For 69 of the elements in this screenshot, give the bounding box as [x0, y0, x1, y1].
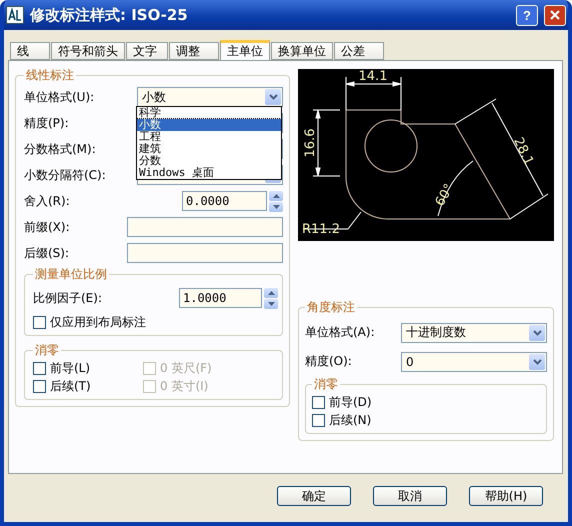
close-icon	[550, 10, 560, 20]
checkbox[interactable]	[33, 316, 46, 328]
dialog-button[interactable]: 确定	[277, 486, 351, 506]
tab[interactable]: 符号和箭头	[51, 42, 125, 60]
dropdown-button[interactable]	[529, 354, 545, 370]
field-label: 分数格式(M):	[24, 140, 97, 158]
dropdown-option[interactable]: 工程	[137, 131, 281, 143]
field-label: 小数分隔符(C):	[24, 166, 107, 184]
group-title: 消零	[34, 342, 60, 359]
field-label: 精度(O):	[305, 353, 353, 370]
spin-up-button[interactable]	[269, 190, 283, 200]
field-label: 前缀(X):	[24, 218, 71, 236]
down-arrow-icon	[272, 204, 280, 208]
tab[interactable]: 公差	[334, 42, 384, 60]
dialog-button[interactable]: 取消	[373, 486, 447, 506]
checkbox[interactable]	[33, 362, 46, 374]
field-label: 精度(P):	[24, 114, 70, 132]
dropdown-button[interactable]	[529, 324, 545, 340]
down-arrow-icon	[268, 302, 274, 306]
caret-icon	[268, 94, 278, 100]
checkbox[interactable]	[312, 414, 325, 426]
up-arrow-icon	[268, 290, 274, 294]
dimension-label: 28.1	[510, 135, 536, 168]
close-button[interactable]	[544, 4, 566, 26]
tab[interactable]: 线	[10, 42, 50, 60]
text-field[interactable]	[127, 243, 283, 263]
field-label: 单位格式(A):	[305, 324, 376, 341]
window-title: 修改标注样式: ISO-25	[30, 6, 189, 24]
checkbox-label: 后续(T)	[50, 378, 91, 394]
dropdown-field[interactable]: 十进制度数	[401, 322, 547, 342]
field-label: 后缀(S):	[24, 244, 70, 262]
dropdown-button[interactable]	[265, 89, 281, 105]
help-button[interactable]: ?	[516, 4, 538, 26]
dropdown-field[interactable]: 0	[401, 352, 547, 372]
spin-down-button[interactable]	[269, 202, 283, 212]
tab[interactable]: 换算单位	[271, 42, 333, 60]
scale-factor-field[interactable]: 1.0000	[179, 288, 262, 308]
dimension-label: 60°	[432, 182, 458, 209]
text-field[interactable]	[127, 217, 283, 237]
dimension-label: 14.1	[358, 69, 388, 84]
checkbox-label: 仅应用到布局标注	[50, 314, 146, 330]
checkbox-label: 后续(N)	[329, 412, 372, 428]
checkbox-label: 0 英寸(I)	[160, 378, 208, 394]
group-title: 测量单位比例	[34, 266, 108, 283]
field-label: 舍入(R):	[24, 192, 71, 210]
tab[interactable]: 调整	[169, 42, 219, 60]
dimension-label: 16.6	[303, 128, 318, 158]
field-label: 比例因子(E):	[33, 290, 103, 306]
spin-up-button[interactable]	[264, 288, 278, 298]
spin-down-button[interactable]	[264, 298, 278, 308]
tab[interactable]: 文字	[126, 42, 168, 60]
dropdown-option[interactable]: 小数	[137, 119, 281, 131]
checkbox[interactable]	[312, 396, 325, 408]
up-arrow-icon	[272, 194, 280, 198]
tab[interactable]: 主单位	[220, 40, 270, 60]
group-title: 消零	[313, 376, 339, 393]
dialog-button[interactable]: 帮助(H)	[469, 486, 543, 506]
checkbox-label: 0 英尺(F)	[160, 360, 212, 376]
field-label: 单位格式(U):	[24, 88, 96, 106]
dropdown-field[interactable]: 小数	[137, 87, 283, 107]
caret-icon	[532, 330, 542, 336]
group-title: 线性标注	[25, 67, 75, 84]
rounding-field[interactable]: 0.0000	[182, 191, 267, 211]
group-title: 角度标注	[306, 299, 356, 316]
app-icon	[6, 6, 24, 24]
checkbox-label: 前导(D)	[329, 394, 372, 410]
checkbox[interactable]	[33, 380, 46, 392]
caret-icon	[532, 358, 542, 364]
checkbox-label: 前导(L)	[50, 360, 90, 376]
